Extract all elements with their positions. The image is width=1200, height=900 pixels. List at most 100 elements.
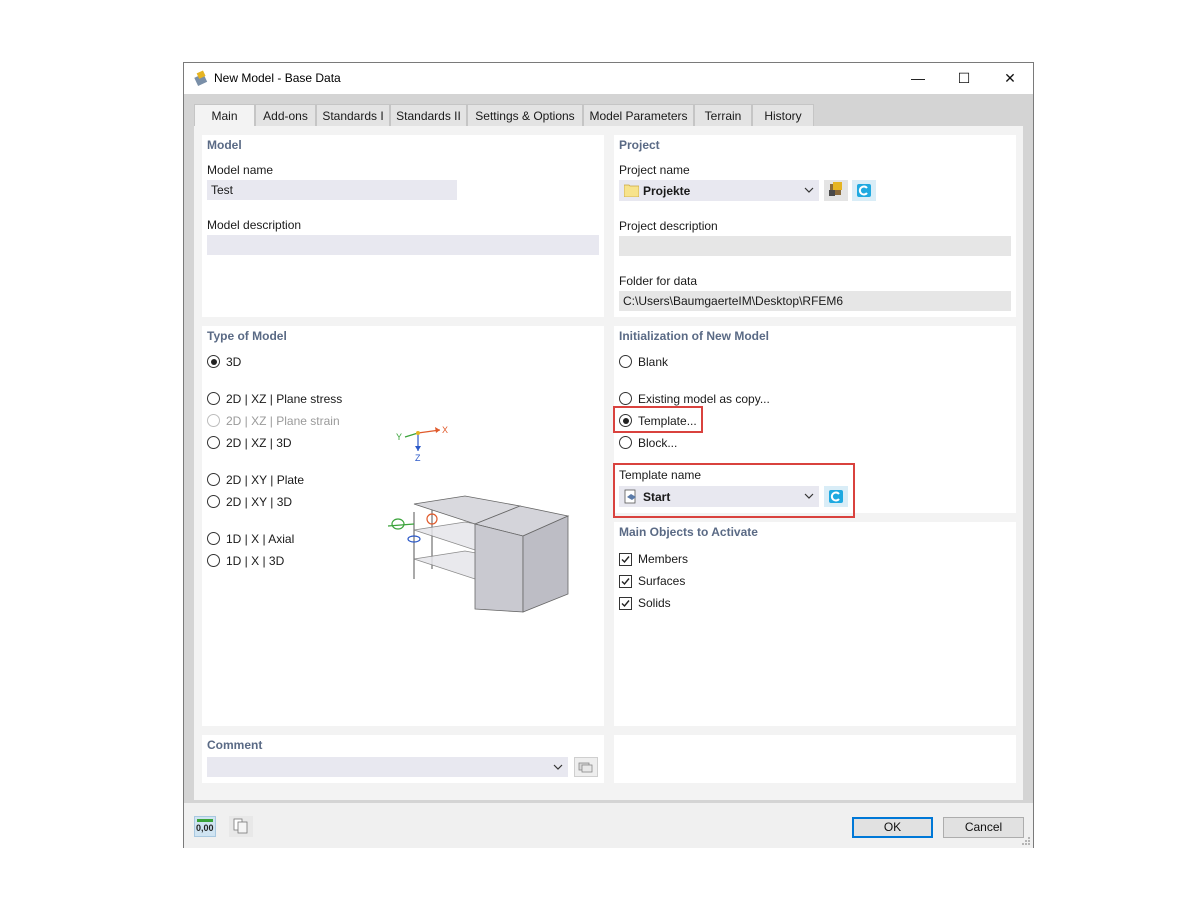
- radio-label: Template...: [638, 414, 697, 428]
- template-name-value: Start: [643, 490, 671, 504]
- close-button[interactable]: ✕: [987, 63, 1033, 94]
- model-type-panel: Type of Model 3D 2D | XZ | Plane stress …: [202, 326, 604, 726]
- checkbox-label: Members: [638, 552, 689, 566]
- axis-z-label: Z: [415, 453, 421, 463]
- minimize-button[interactable]: —: [895, 63, 941, 94]
- project-manager-icon: [829, 182, 842, 196]
- app-icon: [194, 70, 208, 86]
- model-name-label: Model name: [207, 163, 274, 177]
- units-bar-icon: [197, 819, 213, 822]
- template-cloud-button[interactable]: [824, 486, 848, 507]
- maximize-button[interactable]: ☐: [941, 63, 987, 94]
- comment-panel: Comment: [202, 735, 604, 783]
- project-description-input[interactable]: [619, 236, 1011, 256]
- copy-icon: [233, 818, 248, 834]
- radio-label: 2D | XZ | Plane stress: [226, 392, 343, 406]
- library-icon: [578, 762, 593, 773]
- radio-button[interactable]: [207, 392, 220, 405]
- initialization-panel: Initialization of New Model Blank Existi…: [614, 326, 1016, 513]
- folder-label: Folder for data: [619, 274, 698, 288]
- radio-button[interactable]: [207, 532, 220, 545]
- chevron-down-icon: [804, 493, 814, 499]
- axis-x-label: X: [442, 425, 448, 435]
- tab-terrain[interactable]: Terrain: [694, 104, 752, 126]
- tab-model-parameters[interactable]: Model Parameters: [583, 104, 694, 126]
- radio-label: 1D | X | Axial: [226, 532, 295, 546]
- units-badge-text: 0,00: [196, 823, 214, 833]
- ok-button[interactable]: OK: [852, 817, 933, 838]
- empty-panel: [614, 735, 1016, 783]
- radio-label: 2D | XY | Plate: [226, 473, 305, 487]
- model-3d-illustration: [387, 495, 570, 613]
- project-cloud-button[interactable]: [852, 180, 876, 201]
- radio-button[interactable]: [207, 473, 220, 486]
- radio-button[interactable]: [207, 355, 220, 368]
- model-name-input[interactable]: Test: [207, 180, 457, 200]
- dialog-footer: 0,00 OK Cancel: [184, 803, 1033, 848]
- cloud-c-icon: [829, 490, 843, 503]
- radio-button[interactable]: [207, 554, 220, 567]
- project-name-label: Project name: [619, 163, 690, 177]
- tab-standards-ii[interactable]: Standards II: [390, 104, 467, 126]
- window-title: New Model - Base Data: [214, 71, 341, 85]
- radio-label: Block...: [638, 436, 678, 450]
- project-panel: Project Project name Projekte Project de…: [614, 135, 1016, 317]
- units-button[interactable]: 0,00: [194, 816, 216, 837]
- folder-path-input[interactable]: C:\Users\BaumgaerteIM\Desktop\RFEM6: [619, 291, 1011, 311]
- tab-main[interactable]: Main: [194, 104, 255, 127]
- model-panel: Model Model name Test Model description: [202, 135, 604, 317]
- checkbox[interactable]: [619, 553, 632, 566]
- project-section-title: Project: [619, 138, 660, 152]
- main-objects-section-title: Main Objects to Activate: [619, 525, 758, 539]
- checkbox[interactable]: [619, 575, 632, 588]
- radio-button[interactable]: [619, 355, 632, 368]
- project-description-label: Project description: [619, 219, 718, 233]
- tab-history[interactable]: History: [752, 104, 814, 126]
- project-manager-button[interactable]: [824, 180, 848, 201]
- radio-label: 2D | XY | 3D: [226, 495, 293, 509]
- tab-settings-options[interactable]: Settings & Options: [467, 104, 583, 126]
- folder-icon: [624, 184, 639, 197]
- radio-label: Blank: [638, 355, 669, 369]
- radio-button[interactable]: [207, 495, 220, 508]
- axis-indicator: X Y Z: [396, 425, 448, 463]
- comment-select[interactable]: [207, 757, 568, 777]
- project-name-select[interactable]: Projekte: [619, 180, 819, 201]
- initialization-section-title: Initialization of New Model: [619, 329, 769, 343]
- checkbox[interactable]: [619, 597, 632, 610]
- radio-button[interactable]: [619, 414, 632, 427]
- radio-label: Existing model as copy...: [638, 392, 770, 406]
- model-description-label: Model description: [207, 218, 302, 232]
- comment-library-button[interactable]: [574, 757, 598, 777]
- radio-label: 2D | XZ | Plane strain: [226, 414, 340, 428]
- template-icon: [624, 489, 636, 504]
- radio-label: 2D | XZ | 3D: [226, 436, 292, 450]
- check-icon: [621, 556, 630, 564]
- checkbox-label: Surfaces: [638, 574, 686, 588]
- dialog-client: Main Add-ons Standards I Standards II Se…: [184, 94, 1033, 803]
- copy-button[interactable]: [229, 816, 253, 837]
- resize-grip-icon[interactable]: [1021, 836, 1031, 846]
- chevron-down-icon: [553, 764, 563, 770]
- radio-button[interactable]: [207, 436, 220, 449]
- tab-standards-i[interactable]: Standards I: [316, 104, 390, 126]
- radio-button: [207, 414, 220, 427]
- tab-add-ons[interactable]: Add-ons: [255, 104, 316, 126]
- checkbox-label: Solids: [638, 596, 671, 610]
- project-name-value: Projekte: [643, 184, 691, 198]
- check-icon: [621, 600, 630, 608]
- radio-button[interactable]: [619, 436, 632, 449]
- model-section-title: Model: [207, 138, 242, 152]
- template-name-select[interactable]: Start: [619, 486, 819, 507]
- tab-page-main: Model Model name Test Model description …: [194, 126, 1023, 800]
- dialog-window: New Model - Base Data — ☐ ✕ Main Add-ons…: [183, 62, 1034, 848]
- chevron-down-icon: [804, 187, 814, 193]
- template-name-label: Template name: [619, 468, 702, 482]
- comment-section-title: Comment: [207, 738, 263, 752]
- radio-label: 3D: [226, 355, 242, 369]
- radio-button[interactable]: [619, 392, 632, 405]
- title-bar: New Model - Base Data — ☐ ✕: [184, 63, 1033, 94]
- cancel-button[interactable]: Cancel: [943, 817, 1024, 838]
- model-description-input[interactable]: [207, 235, 599, 255]
- cloud-c-icon: [857, 184, 871, 197]
